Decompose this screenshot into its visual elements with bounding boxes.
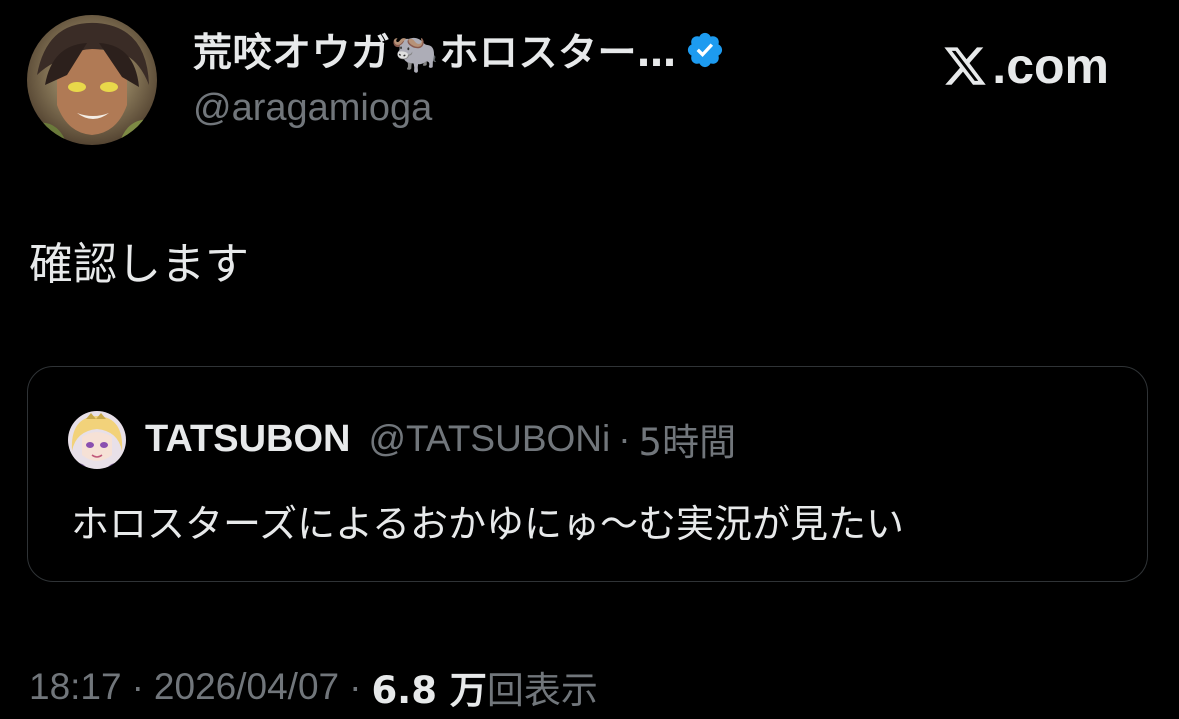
quoted-tweet-card[interactable]: TATSUBON @TATSUBONi · 5時間 ホロスターズによるおかゆにゅ… — [27, 366, 1148, 582]
meta-separator-2: · — [349, 666, 362, 707]
quoted-separator: · — [618, 418, 631, 459]
meta-separator: · — [131, 666, 144, 707]
author-handle[interactable]: @aragamioga — [193, 87, 432, 130]
quoted-tweet-text: ホロスターズによるおかゆにゅ〜む実況が見たい — [71, 502, 904, 546]
quoted-avatar-icon — [68, 411, 126, 469]
site-brand: .com — [942, 37, 1109, 95]
tweet-text: 確認します — [29, 239, 249, 290]
tweet-date[interactable]: 2026/04/07 — [154, 666, 339, 708]
x-logo-icon — [942, 43, 988, 89]
verified-badge-icon — [685, 30, 725, 70]
tweet-meta: 18:17 · 2026/04/07 · 6.8 万 回表示 — [29, 662, 598, 712]
quoted-author-handle[interactable]: @TATSUBONi — [368, 418, 610, 460]
tweet-time[interactable]: 18:17 — [29, 666, 122, 708]
quoted-author-avatar[interactable] — [68, 411, 126, 469]
brand-text: .com — [992, 38, 1109, 94]
views-count[interactable]: 6.8 万 — [371, 660, 486, 714]
quoted-author-name[interactable]: TATSUBON — [145, 418, 350, 461]
views-label: 回表示 — [486, 669, 598, 712]
author-avatar[interactable] — [27, 15, 157, 145]
author-display-name: 荒咬オウガ🐃ホロスター… — [193, 31, 677, 76]
quoted-timestamp[interactable]: 5時間 — [639, 412, 737, 466]
tweet-header: 荒咬オウガ🐃ホロスター… @aragamioga .com — [27, 15, 1152, 150]
quoted-author-row: TATSUBON @TATSUBONi · 5時間 — [145, 413, 736, 465]
avatar-icon — [27, 15, 157, 145]
author-name-row[interactable]: 荒咬オウガ🐃ホロスター… — [193, 25, 725, 76]
